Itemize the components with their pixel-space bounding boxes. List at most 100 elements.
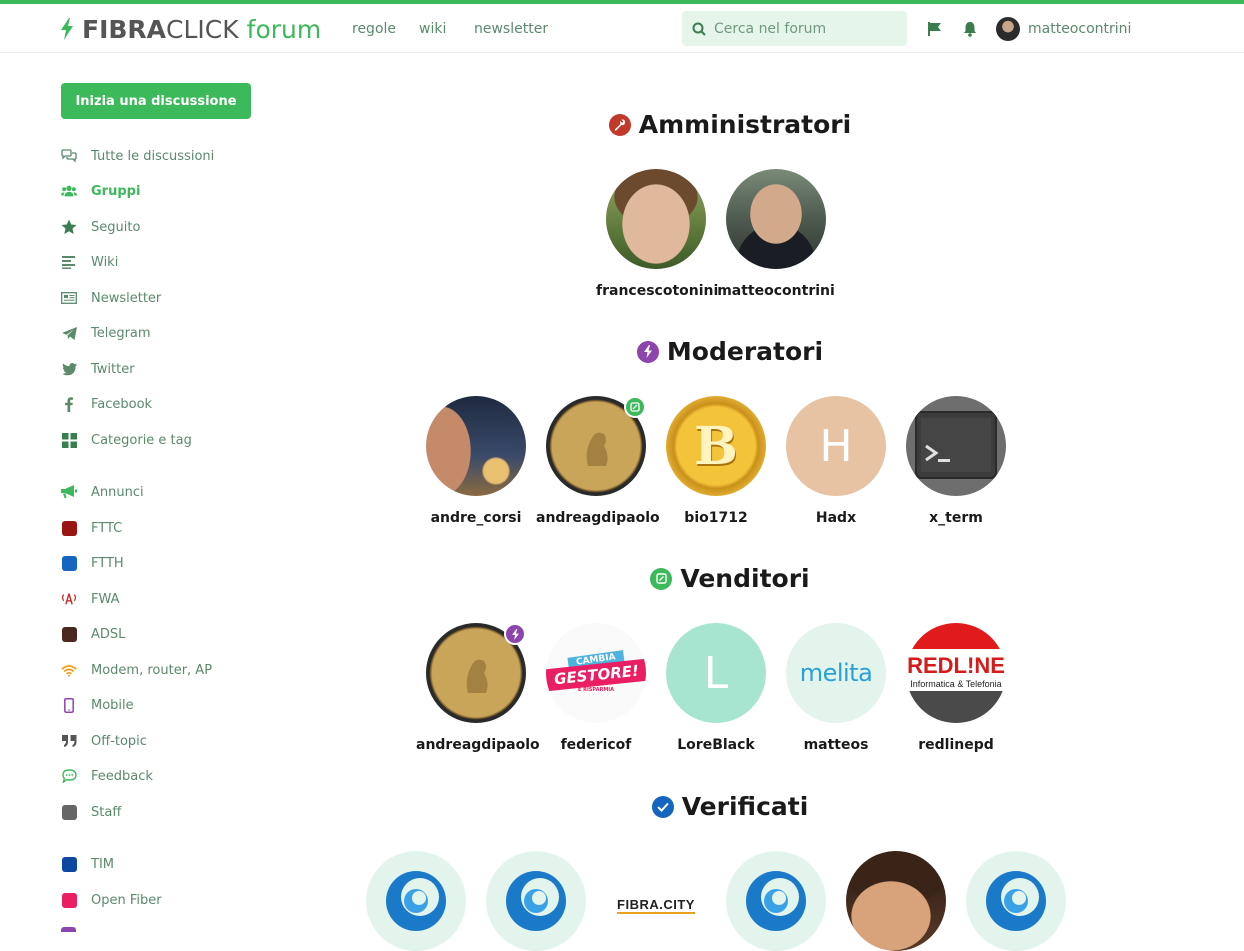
- member-bio1712[interactable]: B bio1712: [656, 396, 776, 526]
- sidebar-item-categories[interactable]: Categorie e tag: [61, 432, 192, 448]
- avatar: [846, 851, 946, 951]
- bell-icon[interactable]: [962, 21, 978, 37]
- flag-icon[interactable]: [927, 21, 943, 37]
- tag-label: Annunci: [91, 484, 144, 500]
- tag-label: Open Fiber: [91, 892, 162, 908]
- sidebar-item-label: Gruppi: [91, 183, 141, 199]
- newspaper-icon: [61, 292, 77, 304]
- wifi-icon: [61, 664, 77, 677]
- member-verified-2[interactable]: [476, 851, 596, 951]
- tag-fwa[interactable]: FWA: [61, 591, 120, 607]
- tag-tim[interactable]: TIM: [61, 856, 114, 872]
- member-name: francescotonini: [596, 283, 719, 299]
- group-title-verificati: Verificati: [360, 792, 1100, 821]
- logo-light: CLICK: [166, 14, 239, 44]
- avatar-initial: L: [703, 647, 729, 699]
- twitter-icon: [61, 362, 77, 375]
- member-verified-4[interactable]: [716, 851, 836, 951]
- avatar: [966, 851, 1066, 951]
- avatar: FIBRA.CITY: [606, 851, 706, 951]
- sidebar-item-all-discussions[interactable]: Tutte le discussioni: [61, 148, 214, 164]
- logo[interactable]: FIBRA CLICK forum: [60, 14, 322, 44]
- group-title: Amministratori: [638, 110, 852, 139]
- sidebar-item-label: Tutte le discussioni: [91, 148, 215, 164]
- tag-color-swatch: [61, 892, 77, 908]
- tag-fttc[interactable]: FTTC: [61, 520, 122, 536]
- member-redlinepd[interactable]: REDL!NE Informatica & Telefonia redlinep…: [896, 623, 1016, 753]
- megaphone-icon: [61, 485, 77, 498]
- sidebar-item-groups[interactable]: Gruppi: [61, 183, 140, 199]
- group-title-amministratori: Amministratori: [360, 110, 1100, 139]
- sidebar-item-label: Categorie e tag: [91, 432, 192, 448]
- member-matteocontrini[interactable]: matteocontrini: [716, 169, 836, 299]
- avatar: [726, 851, 826, 951]
- sidebar-item-telegram[interactable]: Telegram: [61, 325, 151, 341]
- tag-ftth[interactable]: FTTH: [61, 555, 124, 571]
- redline-subtitle: Informatica & Telefonia: [910, 679, 1002, 689]
- bolt-icon: [504, 623, 526, 645]
- comments-icon: [61, 149, 77, 163]
- member-name: bio1712: [684, 510, 748, 526]
- tag-open-fiber[interactable]: Open Fiber: [61, 892, 162, 908]
- sidebar-item-label: Facebook: [91, 396, 153, 412]
- logo-bold: FIBRA: [82, 14, 167, 44]
- search-input[interactable]: Cerca nel forum: [682, 11, 907, 46]
- nav-newsletter[interactable]: newsletter: [474, 21, 548, 37]
- member-verified-5[interactable]: [836, 851, 956, 951]
- member-loreblack[interactable]: L LoreBlack: [656, 623, 776, 753]
- melita-logo: melita: [799, 659, 873, 687]
- tag-label: TIM: [91, 856, 114, 872]
- member-x_term[interactable]: x_term: [896, 396, 1016, 526]
- search-placeholder: Cerca nel forum: [714, 20, 827, 37]
- grid-icon: [61, 432, 77, 448]
- member-name: redlinepd: [918, 737, 994, 753]
- member-verified-3[interactable]: FIBRA.CITY: [596, 851, 716, 951]
- sidebar-item-twitter[interactable]: Twitter: [61, 361, 135, 377]
- tag-modem[interactable]: Modem, router, AP: [61, 662, 212, 678]
- lines-icon: [62, 255, 75, 269]
- member-hadx[interactable]: H Hadx: [776, 396, 896, 526]
- new-discussion-button[interactable]: Inizia una discussione: [61, 83, 251, 119]
- tag-color-swatch: [61, 555, 77, 571]
- member-francescotonini[interactable]: francescotonini: [596, 169, 719, 299]
- group-title: Moderatori: [666, 337, 824, 366]
- member-name: andreagdipaolo: [416, 737, 540, 753]
- nav-wiki[interactable]: wiki: [419, 21, 446, 37]
- sidebar-item-facebook[interactable]: Facebook: [61, 396, 152, 412]
- user-menu[interactable]: matteocontrini: [996, 17, 1131, 41]
- member-name: matteocontrini: [717, 283, 835, 299]
- sidebar-item-following[interactable]: Seguito: [61, 219, 140, 235]
- tag-label: ADSL: [91, 626, 126, 642]
- member-andre_corsi[interactable]: andre_corsi: [416, 396, 536, 526]
- terminal-icon: [915, 411, 997, 479]
- tag-mobile[interactable]: Mobile: [61, 697, 134, 713]
- tag-color-swatch: [61, 927, 76, 932]
- avatar: [486, 851, 586, 951]
- chat-icon: [61, 769, 77, 783]
- tag-annunci[interactable]: Annunci: [61, 484, 144, 500]
- tag-offtopic[interactable]: Off-topic: [61, 733, 147, 749]
- swirl-logo-icon: [746, 871, 806, 931]
- avatar: [426, 396, 526, 496]
- fibracity-logo: FIBRA.CITY: [617, 896, 695, 914]
- member-matteos[interactable]: melita matteos: [776, 623, 896, 753]
- quote-icon: [61, 735, 76, 747]
- logo-forum: forum: [246, 14, 322, 44]
- avatar: B: [666, 396, 766, 496]
- member-verified-1[interactable]: [356, 851, 476, 951]
- tag-feedback[interactable]: Feedback: [61, 768, 153, 784]
- tag-label: Off-topic: [91, 733, 147, 749]
- tag-adsl[interactable]: ADSL: [61, 626, 125, 642]
- member-andreagdipaolo[interactable]: andreagdipaolo: [416, 623, 540, 753]
- tag-staff[interactable]: Staff: [61, 804, 121, 820]
- search-icon: [692, 22, 706, 36]
- member-verified-6[interactable]: [956, 851, 1076, 951]
- avatar: H: [786, 396, 886, 496]
- avatar: [726, 169, 826, 269]
- member-federicof[interactable]: CAMBIA GESTORE! E RISPARMIA federicof: [536, 623, 656, 753]
- sidebar-item-newsletter[interactable]: Newsletter: [61, 290, 161, 306]
- sidebar-item-wiki[interactable]: Wiki: [61, 254, 118, 270]
- sidebar-item-label: Newsletter: [91, 290, 162, 306]
- member-andreagdipaolo[interactable]: andreagdipaolo: [536, 396, 660, 526]
- nav-regole[interactable]: regole: [352, 21, 396, 37]
